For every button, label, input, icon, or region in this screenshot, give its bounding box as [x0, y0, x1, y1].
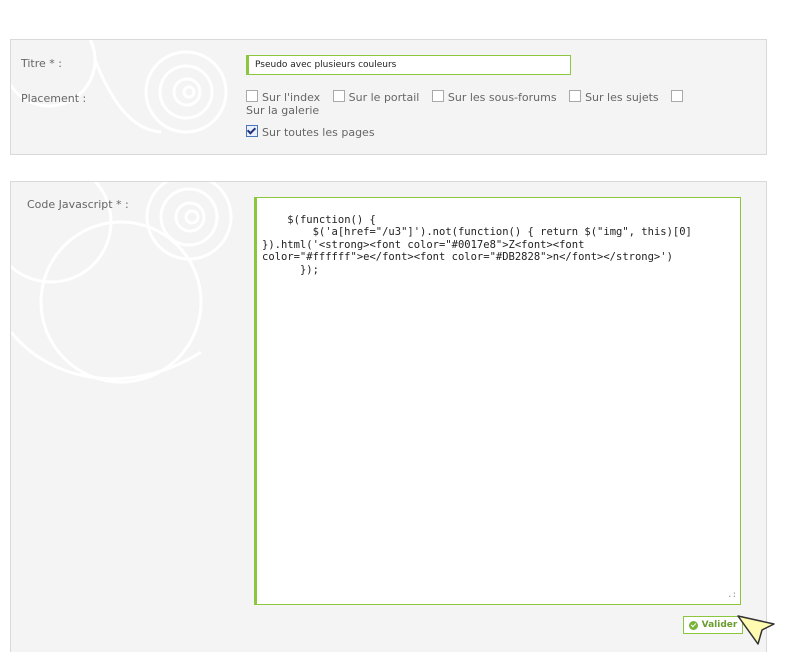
option-label: Sur toutes les pages	[262, 126, 375, 139]
checkbox-index[interactable]	[246, 90, 258, 102]
option-label: Sur les sujets	[585, 91, 659, 104]
javascript-code-textarea[interactable]: $(function() { $('a[href="/u3"]').not(fu…	[254, 197, 741, 605]
checkbox-portal[interactable]	[332, 90, 345, 102]
swirl-decoration	[11, 182, 233, 384]
option-label-gallery: Sur la galerie	[246, 104, 320, 117]
placement-option-topics[interactable]: Sur les sujets	[569, 90, 659, 104]
code-panel: Code Javascript * : $(function() { $('a[…	[10, 181, 767, 652]
checkbox-topics[interactable]	[569, 90, 582, 102]
placement-option-portal[interactable]: Sur le portail	[332, 90, 420, 104]
option-label: Sur l'index	[262, 91, 321, 104]
code-content: $(function() { $('a[href="/u3"]').not(fu…	[262, 213, 692, 276]
submit-button[interactable]: Valider	[683, 616, 743, 634]
placement-options: Sur l'index Sur le portail Sur les sous-…	[246, 90, 726, 139]
option-label: Sur les sous-forums	[447, 91, 557, 104]
submit-label: Valider	[701, 620, 738, 630]
placement-option-subforums[interactable]: Sur les sous-forums	[431, 90, 557, 104]
title-label: Titre * :	[21, 57, 62, 70]
placement-option-all-pages[interactable]: Sur toutes les pages	[246, 125, 726, 139]
checkbox-checked-icon[interactable]	[246, 125, 258, 137]
arrow-cursor-icon	[737, 615, 775, 645]
ok-check-icon	[688, 620, 698, 630]
option-label: Sur le portail	[348, 91, 420, 104]
title-input[interactable]: Pseudo avec plusieurs couleurs	[246, 55, 571, 75]
code-label: Code Javascript * :	[27, 198, 129, 211]
general-settings-panel: Titre * : Pseudo avec plusieurs couleurs…	[10, 39, 767, 155]
resize-grip-icon[interactable]: .:	[727, 589, 737, 602]
placement-label: Placement :	[21, 92, 87, 105]
checkbox-subforums[interactable]	[431, 90, 444, 102]
placement-option-index[interactable]: Sur l'index	[246, 90, 321, 104]
checkbox-gallery[interactable]	[671, 90, 684, 102]
